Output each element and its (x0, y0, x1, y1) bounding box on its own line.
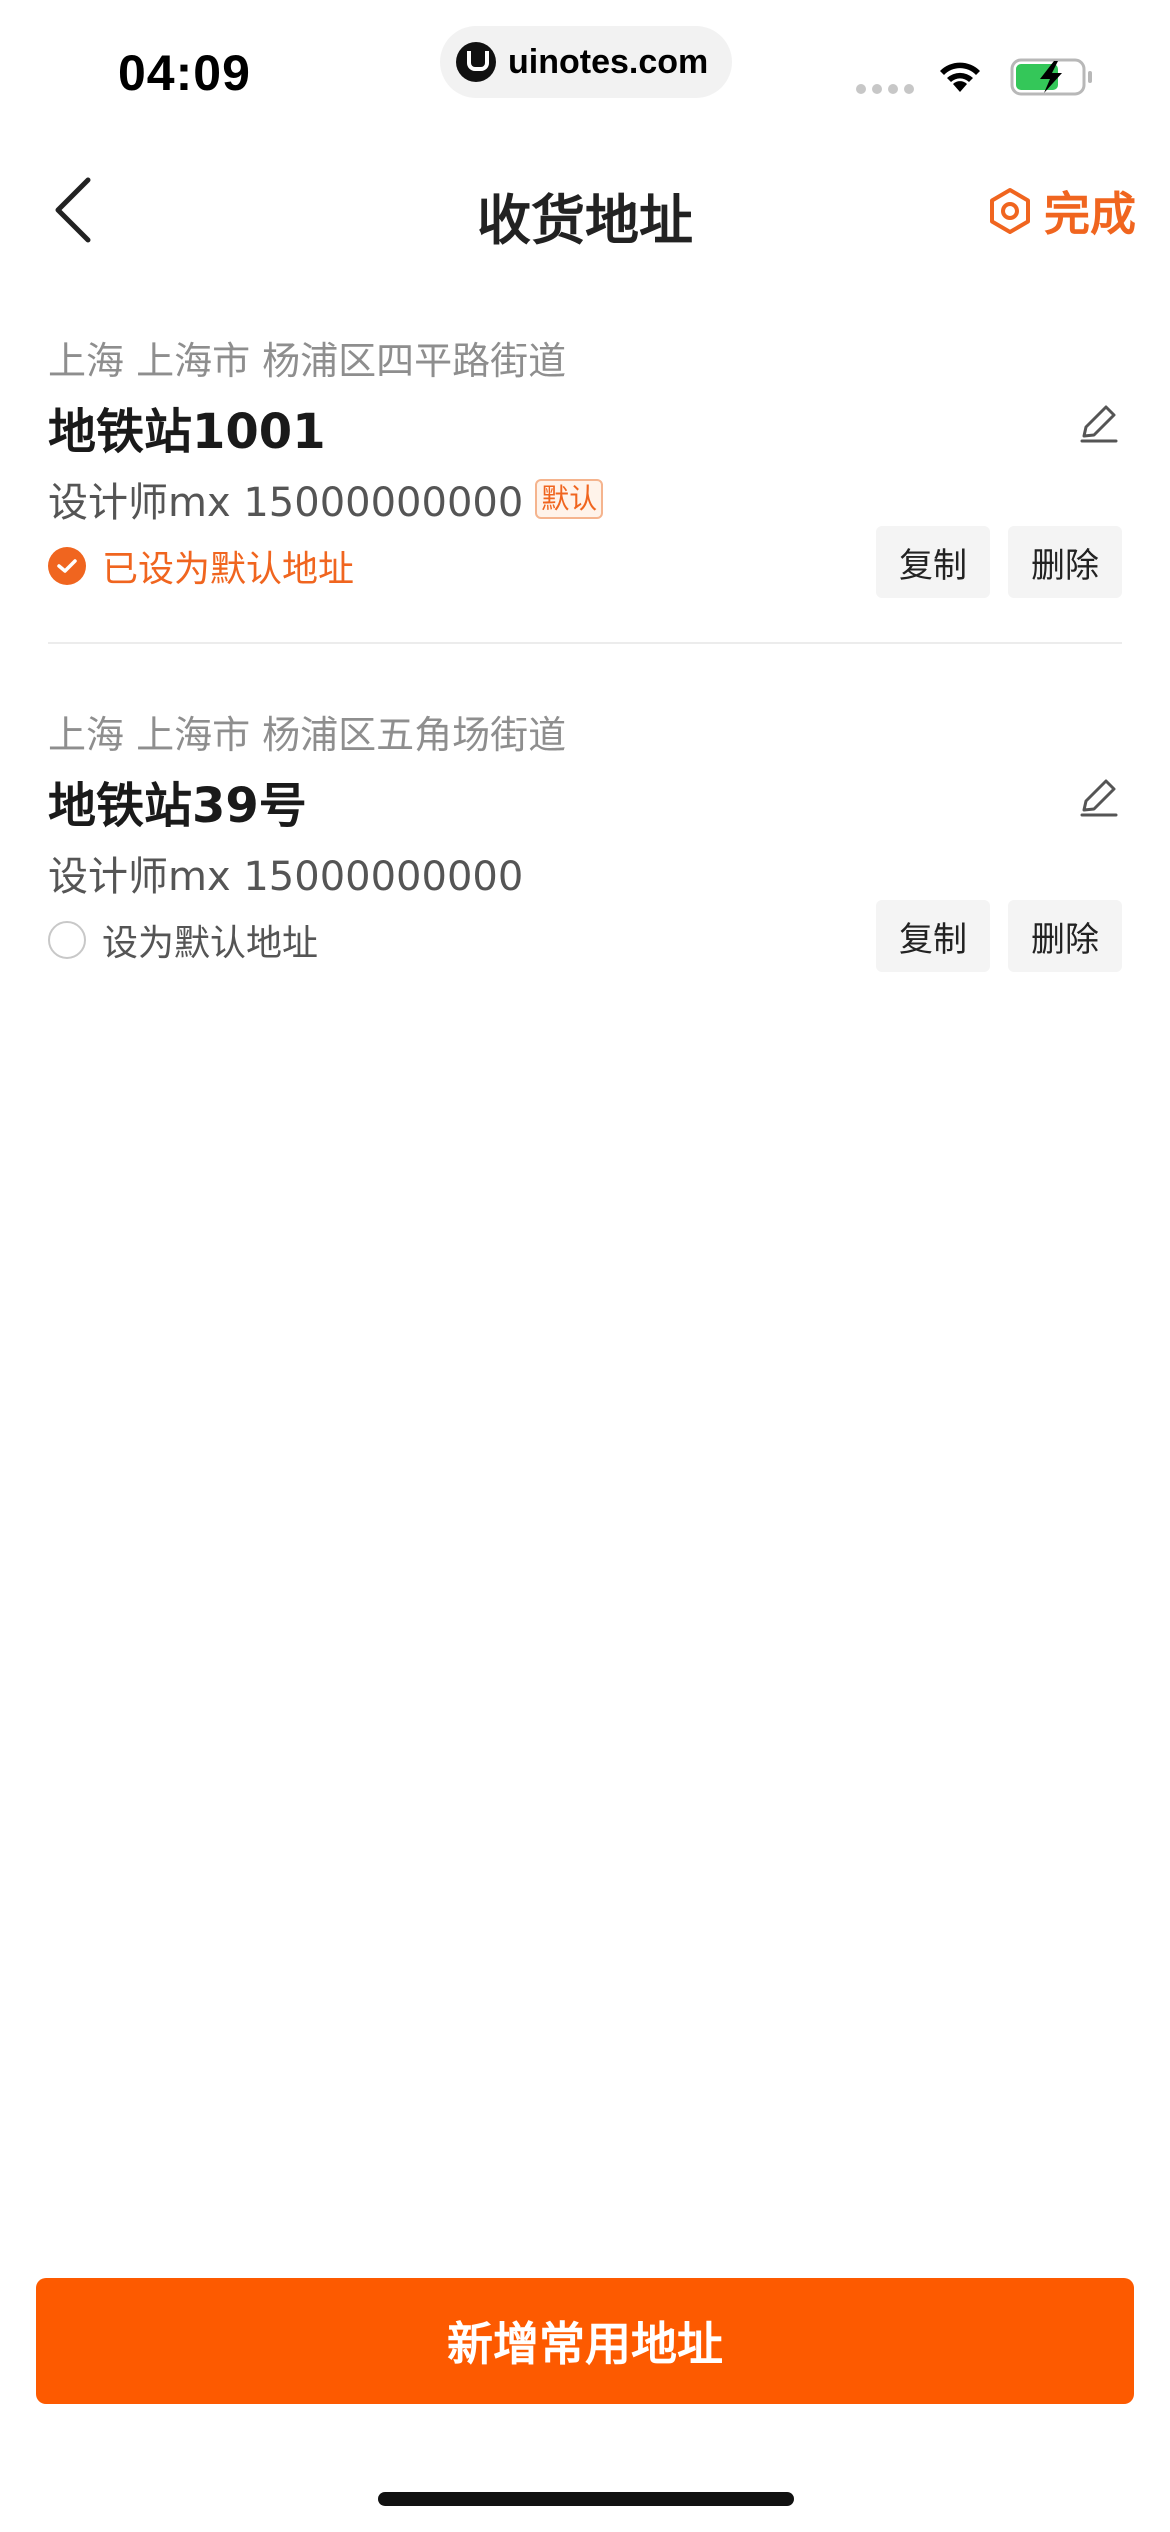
edit-button[interactable] (1076, 774, 1122, 820)
address-actions: 复制 删除 (876, 900, 1122, 972)
copy-button[interactable]: 复制 (876, 900, 990, 972)
pencil-icon (1080, 779, 1118, 817)
done-label: 完成 (1044, 187, 1136, 241)
address-region: 上海 上海市 杨浦区五角场街道 (48, 713, 567, 757)
url-text: uinotes.com (508, 42, 709, 81)
delete-button[interactable]: 删除 (1008, 900, 1122, 972)
home-indicator (378, 2492, 794, 2506)
delete-button[interactable]: 删除 (1008, 526, 1122, 598)
address-contact: 设计师mx 15000000000 默认 (48, 470, 604, 528)
nav-bar: 收货地址 完成 (0, 140, 1170, 280)
address-actions: 复制 删除 (876, 526, 1122, 598)
address-region: 上海 上海市 杨浦区四平路街道 (48, 339, 567, 383)
pencil-icon (1080, 405, 1118, 443)
default-badge: 默认 (535, 479, 604, 519)
default-label: 设为默认地址 (102, 923, 319, 964)
address-contact: 设计师mx 15000000000 (48, 844, 523, 902)
address-detail: 地铁站1001 (48, 404, 326, 460)
wifi-icon (940, 62, 980, 92)
url-pill[interactable]: uinotes.com (440, 26, 732, 98)
status-time: 04:09 (118, 45, 251, 101)
address-card[interactable]: 上海 上海市 杨浦区五角场街道 地铁站39号 设计师mx 15000000000… (48, 674, 1122, 1014)
copy-button[interactable]: 复制 (876, 526, 990, 598)
done-button[interactable]: 完成 (988, 178, 1136, 244)
address-card[interactable]: 上海 上海市 杨浦区四平路街道 地铁站1001 设计师mx 1500000000… (48, 300, 1122, 644)
check-circle-icon (48, 547, 86, 585)
radio-empty-icon (48, 921, 86, 959)
battery-charging-icon (1010, 58, 1092, 96)
address-list: 上海 上海市 杨浦区四平路街道 地铁站1001 设计师mx 1500000000… (0, 300, 1170, 1014)
contact-text: 设计师mx 15000000000 (48, 480, 524, 526)
add-address-button[interactable]: 新增常用地址 (36, 2278, 1134, 2404)
set-default-toggle[interactable]: 已设为默认地址 (48, 540, 354, 592)
site-logo-icon (456, 42, 496, 82)
cellular-signal-icon (856, 84, 914, 94)
status-bar: 04:09 uinotes.com (0, 0, 1170, 140)
default-label: 已设为默认地址 (102, 549, 355, 590)
set-default-toggle[interactable]: 设为默认地址 (48, 914, 318, 966)
contact-text: 设计师mx 15000000000 (48, 854, 524, 900)
settings-hexagon-icon (990, 188, 1030, 234)
edit-button[interactable] (1076, 400, 1122, 446)
address-detail: 地铁站39号 (48, 778, 307, 834)
